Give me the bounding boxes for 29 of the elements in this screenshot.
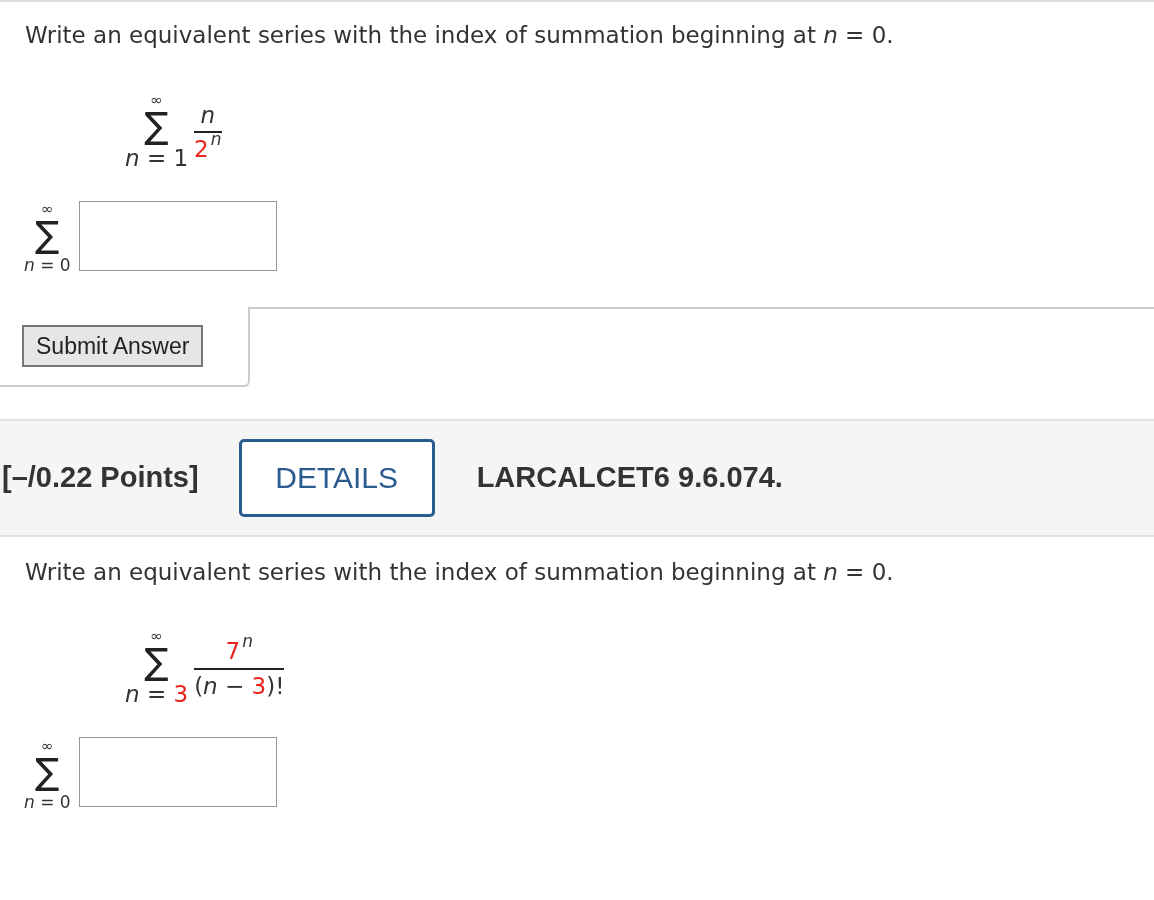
math-term: 3 — [251, 672, 267, 701]
math-term: 3 — [173, 680, 189, 709]
infinity-limit: ∞ — [41, 739, 54, 754]
question-code: LARCALCET6 9.6.074. — [476, 460, 783, 495]
details-button[interactable]: DETAILS — [238, 438, 435, 517]
answer-field[interactable] — [78, 737, 277, 808]
math-term: n = 1 — [125, 144, 189, 173]
question-prompt: Write an equivalent series with the index of summation beginning at n = 0. — [25, 557, 895, 587]
math-term: )! — [266, 672, 285, 701]
math-term: n — [242, 633, 253, 651]
math-term: 2 — [194, 135, 209, 165]
math-term: n — [200, 100, 216, 130]
infinity-limit: ∞ — [41, 202, 54, 218]
index-limit: n = 0 — [24, 254, 71, 278]
question-prompt: Write an equivalent series with the index of summation beginning at n = 0. — [25, 21, 895, 50]
points-label: [–/0.22 Points] — [2, 460, 199, 495]
sigma-symbol: ∑ — [35, 217, 60, 254]
sigma-symbol: ∑ — [35, 754, 60, 790]
sigma-symbol: ∑ — [144, 644, 169, 681]
infinity-limit: ∞ — [150, 629, 163, 645]
infinity-limit: ∞ — [150, 92, 163, 108]
math-term: (n − — [194, 672, 246, 701]
sigma-symbol: ∑ — [144, 107, 169, 144]
math-term: n = — [125, 681, 168, 709]
submit-button[interactable]: Submit Answer — [22, 324, 204, 367]
math-term: 7 — [225, 637, 241, 667]
math-term: n — [210, 131, 222, 149]
answer-field[interactable] — [78, 200, 277, 271]
index-limit: n = 0 — [24, 791, 71, 814]
